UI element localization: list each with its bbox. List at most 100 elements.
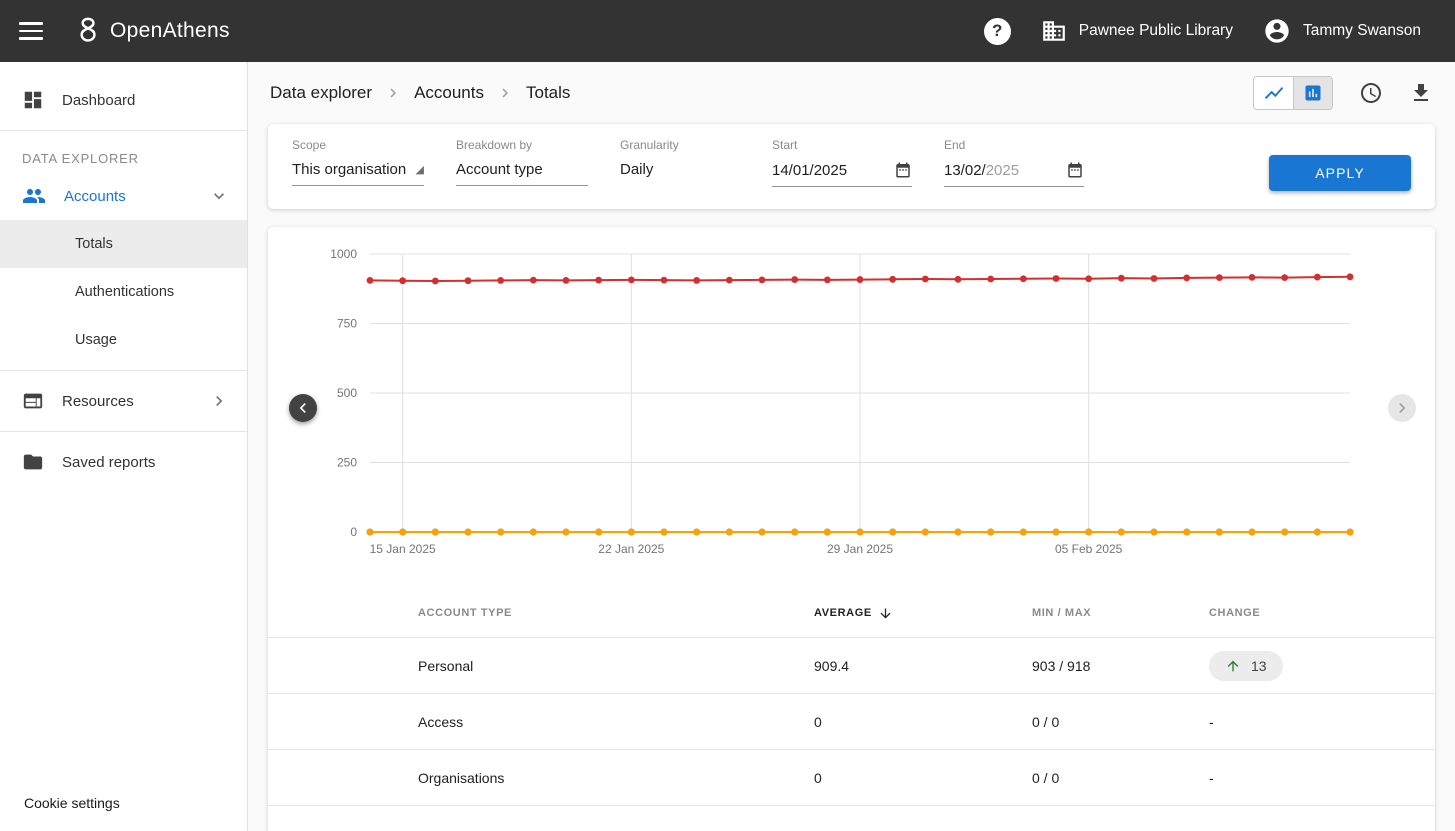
topbar: OpenAthens ? Pawnee Public Library Tammy… (0, 0, 1455, 62)
svg-text:500: 500 (337, 386, 357, 400)
topbar-right: ? Pawnee Public Library Tammy Swanson (984, 17, 1455, 45)
chart-next-button[interactable] (1388, 394, 1416, 422)
user-menu[interactable]: Tammy Swanson (1263, 17, 1421, 45)
sidebar-item-usage[interactable]: Usage (0, 316, 247, 364)
breadcrumb-item-totals[interactable]: Totals (526, 83, 570, 103)
table-row (268, 805, 1435, 831)
sidebar-item-authentications[interactable]: Authentications (0, 268, 247, 316)
line-chart-view-button[interactable] (1254, 77, 1293, 109)
clock-icon (1359, 81, 1383, 105)
table-header-row: ACCOUNT TYPE AVERAGE MIN / MAX CHANGE (268, 589, 1435, 637)
scope-select[interactable]: Scope This organisation ◢ (292, 138, 424, 186)
cookie-settings-link[interactable]: Cookie settings (24, 795, 120, 811)
min-max-cell: 0 / 0 (1032, 770, 1209, 786)
download-button[interactable] (1409, 81, 1433, 105)
end-date-value: 13/02/2025 (944, 162, 1019, 179)
calendar-icon[interactable] (894, 161, 912, 179)
min-max-cell: 903 / 918 (1032, 658, 1209, 674)
sidebar-item-saved-reports[interactable]: Saved reports (0, 438, 247, 486)
resources-icon (22, 390, 44, 412)
granularity-value: Daily (620, 161, 653, 178)
column-header-average[interactable]: AVERAGE (814, 606, 1032, 621)
user-name: Tammy Swanson (1303, 22, 1421, 40)
history-button[interactable] (1359, 81, 1383, 105)
sidebar: Dashboard DATA EXPLORER Accounts Totals (0, 62, 248, 831)
calendar-icon[interactable] (1066, 161, 1084, 179)
openathens-logo: OpenAthens (74, 16, 230, 46)
end-date-field[interactable]: End 13/02/2025 (944, 138, 1084, 187)
svg-text:1000: 1000 (330, 247, 357, 261)
column-header-change[interactable]: CHANGE (1209, 607, 1435, 619)
sidebar-subitem-label: Usage (75, 332, 117, 348)
bar-chart-view-button[interactable] (1293, 77, 1332, 109)
svg-text:750: 750 (337, 317, 357, 331)
chevron-left-icon (293, 398, 313, 418)
granularity-label: Granularity (620, 138, 740, 152)
breakdown-select[interactable]: Breakdown by Account type (456, 138, 588, 186)
svg-text:250: 250 (337, 456, 357, 470)
apply-button[interactable]: APPLY (1269, 155, 1411, 191)
openathens-logo-icon (74, 16, 102, 46)
change-cell: - (1209, 770, 1435, 786)
scope-value: This organisation (292, 161, 406, 178)
average-cell: 909.4 (814, 658, 1032, 674)
logo-text: OpenAthens (110, 19, 230, 43)
scope-label: Scope (292, 138, 424, 152)
download-icon (1409, 81, 1433, 105)
chevron-right-icon (1392, 398, 1412, 418)
breadcrumb-separator-icon (384, 84, 402, 102)
column-header-min-max[interactable]: MIN / MAX (1032, 607, 1209, 619)
menu-button[interactable] (0, 0, 62, 62)
sidebar-item-label: Saved reports (62, 454, 155, 471)
bar-chart-icon (1303, 83, 1323, 103)
sidebar-item-totals[interactable]: Totals (0, 220, 247, 268)
average-cell: 0 (814, 770, 1032, 786)
help-icon: ? (984, 18, 1011, 45)
breadcrumb-item-accounts[interactable]: Accounts (414, 83, 484, 103)
breadcrumb-item-data-explorer[interactable]: Data explorer (270, 83, 372, 103)
granularity-select[interactable]: Granularity Daily (620, 138, 740, 185)
start-date-label: Start (772, 138, 912, 152)
line-chart-icon (1263, 82, 1285, 104)
sidebar-section-title: DATA EXPLORER (0, 137, 247, 172)
end-date-label: End (944, 138, 1084, 152)
svg-text:29 Jan 2025: 29 Jan 2025 (827, 542, 893, 556)
change-cell: - (1209, 714, 1435, 730)
account-type-cell: Personal (418, 658, 814, 674)
chart-view-toggle (1253, 76, 1333, 110)
average-cell: 0 (814, 714, 1032, 730)
change-badge: 13 (1209, 651, 1283, 681)
sidebar-item-label: Accounts (64, 188, 191, 205)
breakdown-value: Account type (456, 161, 543, 178)
sidebar-subitem-label: Authentications (75, 284, 174, 300)
page-header: Data explorer Accounts Totals (248, 62, 1455, 124)
chart-prev-button[interactable] (289, 394, 317, 422)
column-header-account-type[interactable]: ACCOUNT TYPE (418, 607, 814, 619)
start-date-field[interactable]: Start 14/01/2025 (772, 138, 912, 187)
sidebar-item-dashboard[interactable]: Dashboard (0, 76, 247, 124)
account-type-cell: Organisations (418, 770, 814, 786)
line-chart: 0250500750100015 Jan 202522 Jan 202529 J… (268, 241, 1435, 589)
sidebar-item-accounts[interactable]: Accounts (0, 172, 247, 220)
sort-arrow-down-icon (878, 606, 893, 621)
chevron-right-icon (209, 391, 229, 411)
help-button[interactable]: ? (984, 18, 1011, 45)
building-icon (1041, 18, 1067, 44)
table-row: Personal 909.4 903 / 918 13 (268, 637, 1435, 693)
breadcrumb-separator-icon (496, 84, 514, 102)
sidebar-item-label: Dashboard (62, 92, 135, 109)
app: OpenAthens ? Pawnee Public Library Tammy… (0, 0, 1455, 831)
header-actions (1253, 76, 1433, 110)
main-content: Data explorer Accounts Totals (248, 62, 1455, 831)
svg-text:15 Jan 2025: 15 Jan 2025 (370, 542, 436, 556)
organisation-name: Pawnee Public Library (1079, 22, 1233, 40)
user-avatar-icon (1263, 17, 1291, 45)
svg-text:05 Feb 2025: 05 Feb 2025 (1055, 542, 1123, 556)
sidebar-item-resources[interactable]: Resources (0, 377, 247, 425)
sidebar-item-label: Resources (62, 393, 191, 410)
table-row: Organisations 0 0 / 0 - (268, 749, 1435, 805)
folder-icon (22, 451, 44, 473)
organisation-menu[interactable]: Pawnee Public Library (1041, 18, 1233, 44)
svg-text:22 Jan 2025: 22 Jan 2025 (598, 542, 664, 556)
breakdown-label: Breakdown by (456, 138, 588, 152)
